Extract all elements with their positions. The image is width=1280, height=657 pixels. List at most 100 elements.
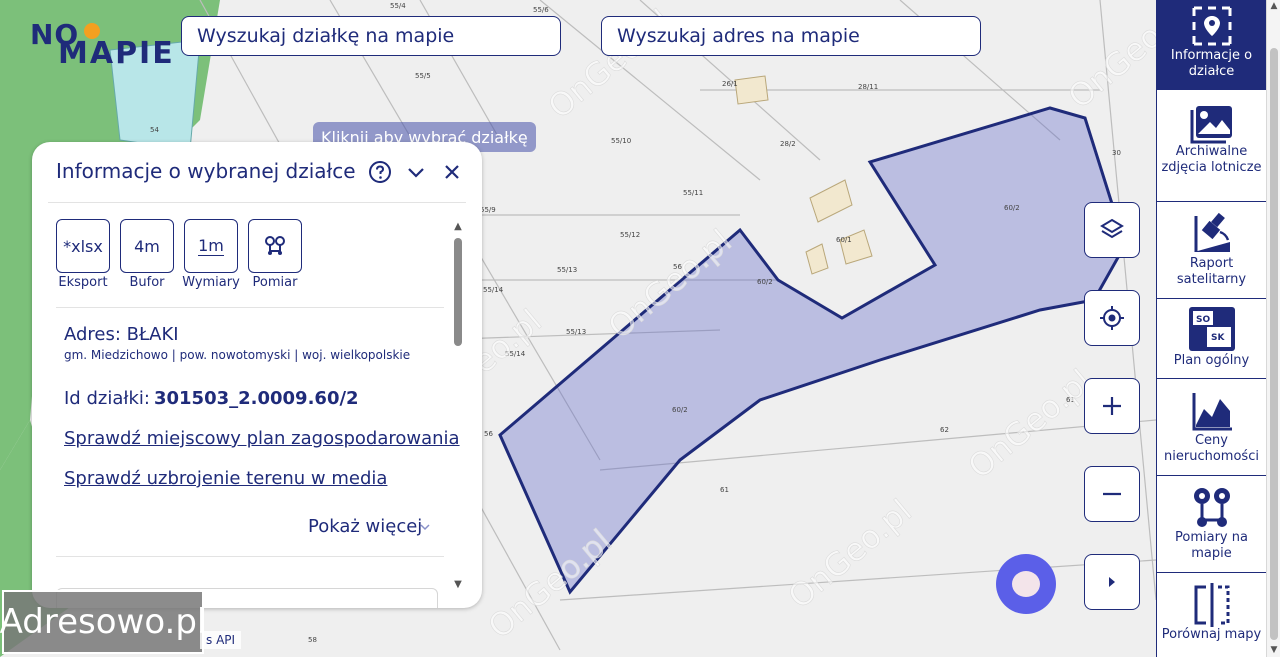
svg-text:55/13: 55/13 bbox=[557, 266, 577, 274]
sidebar-item-satellite-report[interactable]: Raport satelitarny bbox=[1157, 202, 1266, 299]
expand-button[interactable] bbox=[1084, 554, 1140, 610]
sidebar-item-aerial-photos[interactable]: Archiwalne zdjęcia lotnicze bbox=[1157, 90, 1266, 202]
sidebar-label-compare-maps: Porównaj mapy bbox=[1161, 627, 1262, 642]
address-search-placeholder: Wyszukaj adres na mapie bbox=[617, 25, 860, 47]
layers-button[interactable] bbox=[1084, 202, 1140, 258]
svg-text:55/6: 55/6 bbox=[533, 6, 549, 14]
chat-button[interactable] bbox=[996, 554, 1056, 614]
measure-caption: Pomiar bbox=[252, 275, 298, 290]
svg-text:60/1: 60/1 bbox=[836, 236, 852, 244]
satellite-icon bbox=[1193, 212, 1230, 252]
page-scroll-thumb[interactable] bbox=[1270, 48, 1278, 640]
svg-text:SK: SK bbox=[1211, 333, 1225, 343]
play-right-icon bbox=[1109, 577, 1115, 587]
parcel-id-value: 301503_2.0009.60/2 bbox=[153, 388, 359, 409]
svg-text:55/10: 55/10 bbox=[611, 137, 631, 145]
sidebar-item-compare-maps[interactable]: Porównaj mapy bbox=[1157, 573, 1266, 657]
layers-icon bbox=[1100, 218, 1124, 239]
measure-route-icon bbox=[265, 236, 285, 255]
svg-text:55/9: 55/9 bbox=[480, 206, 496, 214]
plus-icon bbox=[1103, 397, 1121, 415]
page-scrollbar[interactable]: ▲ ▼ bbox=[1266, 0, 1280, 657]
page-scroll-up-icon[interactable]: ▲ bbox=[1269, 2, 1279, 11]
panel-scroll-down-icon[interactable]: ▼ bbox=[452, 580, 464, 590]
svg-text:62: 62 bbox=[940, 426, 949, 434]
logo-line2: MAPIE bbox=[58, 36, 175, 71]
help-icon[interactable] bbox=[368, 160, 392, 184]
sidebar-label-parcel-info: Informacje o działce bbox=[1170, 48, 1253, 79]
parcel-search-input[interactable]: Wyszukaj działkę na mapie bbox=[181, 16, 561, 56]
svg-text:55/11: 55/11 bbox=[683, 189, 703, 197]
zoom-in-button[interactable] bbox=[1084, 378, 1140, 434]
sidebar-label-general-plan: Plan ogólny bbox=[1173, 353, 1250, 368]
aerial-photo-icon bbox=[1190, 106, 1232, 144]
sidebar-item-property-prices[interactable]: Ceny nieruchomości bbox=[1157, 379, 1266, 476]
locate-button[interactable] bbox=[1084, 290, 1140, 346]
buffer-button-label: 4m bbox=[134, 236, 160, 256]
dimensions-button-label: 1m bbox=[198, 235, 224, 256]
svg-text:55/12: 55/12 bbox=[620, 231, 640, 239]
header-divider bbox=[48, 202, 466, 203]
utilities-link[interactable]: Sprawdź uzbrojenie terenu w media bbox=[64, 468, 387, 489]
svg-text:55/4: 55/4 bbox=[390, 2, 406, 10]
svg-text:60/2: 60/2 bbox=[672, 406, 688, 414]
crosshair-icon bbox=[1100, 306, 1124, 330]
minus-icon bbox=[1103, 492, 1121, 496]
panel-title: Informacje o wybranej działce bbox=[56, 159, 356, 183]
svg-text:26/1: 26/1 bbox=[722, 80, 738, 88]
dimensions-button[interactable]: 1m bbox=[184, 219, 238, 273]
bottom-divider bbox=[56, 556, 444, 557]
parcel-id-label: Id działki: bbox=[64, 388, 150, 409]
svg-text:60/2: 60/2 bbox=[1004, 204, 1020, 212]
map-attribution[interactable]: s API bbox=[200, 631, 242, 649]
dimensions-caption: Wymiary bbox=[182, 275, 240, 290]
price-chart-icon bbox=[1192, 393, 1232, 431]
svg-text:28/2: 28/2 bbox=[780, 140, 796, 148]
export-caption: Eksport bbox=[58, 275, 108, 290]
export-button-label: *xlsx bbox=[63, 236, 103, 256]
show-more-chevron-icon[interactable] bbox=[418, 520, 432, 534]
app-logo[interactable]: NO MAPIE bbox=[30, 18, 173, 71]
close-icon[interactable] bbox=[440, 160, 464, 184]
map-area[interactable]: 55/4 55/6 55/5 26/1 28/11 55/10 28/2 30 … bbox=[0, 0, 1156, 657]
svg-text:60/2: 60/2 bbox=[757, 278, 773, 286]
sidebar-label-property-prices: Ceny nieruchomości bbox=[1164, 433, 1259, 464]
sidebar-item-map-measure[interactable]: Pomiary na mapie bbox=[1157, 476, 1266, 573]
buffer-caption: Bufor bbox=[129, 275, 165, 290]
parcel-search-placeholder: Wyszukaj działkę na mapie bbox=[197, 25, 455, 47]
measure-icon bbox=[1193, 488, 1230, 527]
svg-text:55/14: 55/14 bbox=[483, 286, 504, 294]
svg-text:61: 61 bbox=[720, 486, 729, 494]
sidebar-label-aerial-photos: Archiwalne zdjęcia lotnicze bbox=[1161, 144, 1262, 175]
sidebar-item-parcel-info[interactable]: Informacje o działce bbox=[1157, 0, 1266, 90]
panel-scroll-up-icon[interactable]: ▲ bbox=[452, 222, 464, 232]
svg-text:28/11: 28/11 bbox=[858, 83, 878, 91]
svg-text:58: 58 bbox=[308, 636, 317, 644]
svg-text:55/5: 55/5 bbox=[415, 72, 431, 80]
sidebar-label-satellite-report: Raport satelitarny bbox=[1176, 256, 1247, 287]
zoom-out-button[interactable] bbox=[1084, 466, 1140, 522]
svg-text:SO: SO bbox=[1196, 315, 1210, 325]
address-search-input[interactable]: Wyszukaj adres na mapie bbox=[601, 16, 981, 56]
show-more-button[interactable]: Pokaż więcej bbox=[308, 516, 422, 537]
buffer-button[interactable]: 4m bbox=[120, 219, 174, 273]
parcel-address: Adres: BŁAKI bbox=[64, 324, 179, 345]
parcel-region: gm. Miedzichowo | pow. nowotomyski | woj… bbox=[64, 348, 411, 362]
svg-text:55/13: 55/13 bbox=[566, 328, 586, 336]
parcel-info-panel: Informacje o wybranej działce *xlsx Eksp… bbox=[32, 142, 482, 608]
measure-button[interactable] bbox=[248, 219, 302, 273]
sidebar: Informacje o działce Archiwalne zdjęcia … bbox=[1156, 0, 1267, 657]
sidebar-label-map-measure: Pomiary na mapie bbox=[1175, 530, 1248, 561]
zoning-plan-link[interactable]: Sprawdź miejscowy plan zagospodarowania bbox=[64, 428, 460, 449]
parcel-id: Id działki: 301503_2.0009.60/2 bbox=[64, 388, 359, 409]
panel-scrollbar[interactable] bbox=[454, 238, 462, 346]
export-xlsx-button[interactable]: *xlsx bbox=[56, 219, 110, 273]
sidebar-item-general-plan[interactable]: SO SK Plan ogólny bbox=[1157, 299, 1266, 379]
general-plan-icon: SO SK bbox=[1188, 307, 1235, 351]
page-scroll-down-icon[interactable]: ▼ bbox=[1269, 646, 1279, 655]
svg-text:56: 56 bbox=[484, 430, 493, 438]
adresowo-watermark[interactable]: Adresowo.pl bbox=[0, 590, 206, 654]
collapse-chevron-icon[interactable] bbox=[404, 160, 428, 184]
parcel-info-icon bbox=[1192, 6, 1231, 46]
chat-bubble-icon bbox=[1012, 571, 1040, 597]
